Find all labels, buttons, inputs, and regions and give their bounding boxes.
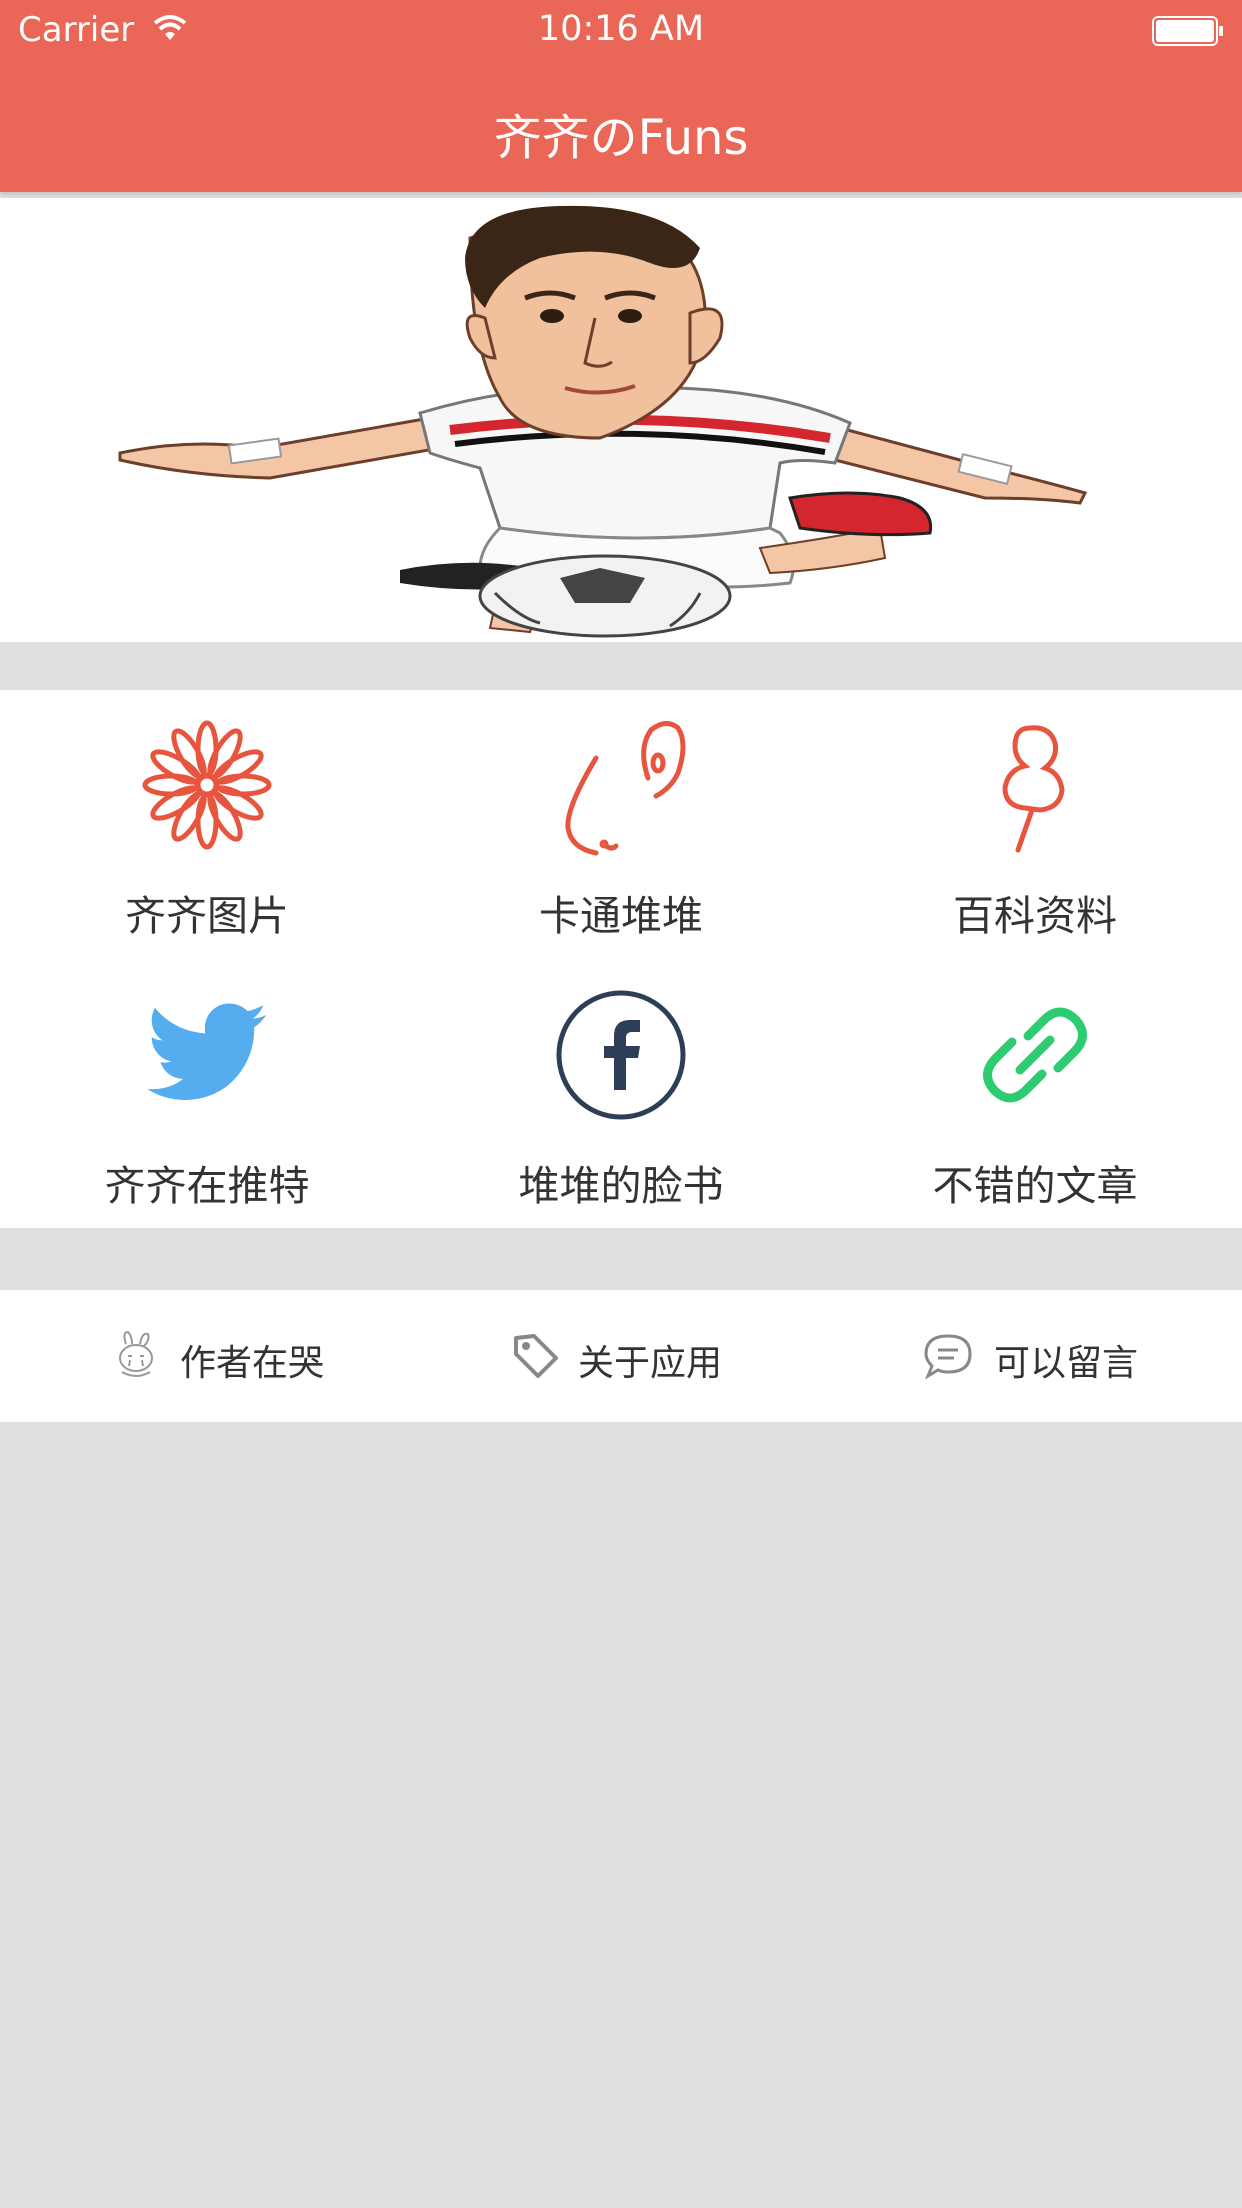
soccer-player-illustration	[118, 205, 1088, 638]
navigation-bar: Carrier 10:16 AM 齐齐のFuns	[0, 0, 1242, 192]
grid-item-label: 齐齐图片	[125, 892, 289, 940]
footer-item-about-app[interactable]: 关于应用	[510, 1290, 770, 1422]
chat-bubble-icon	[924, 1334, 972, 1380]
grid-item-twitter[interactable]: 齐齐在推特	[0, 960, 414, 1220]
battery-icon	[1152, 16, 1223, 46]
twitter-icon	[147, 1003, 267, 1100]
footer-item-label: 可以留言	[994, 1343, 1139, 1384]
grid-item-qiqi-pictures[interactable]: 齐齐图片	[0, 690, 414, 950]
link-icon	[983, 1007, 1087, 1103]
grid-item-facebook[interactable]: 堆堆的脸书	[414, 960, 828, 1220]
map-pin-icon	[1002, 725, 1065, 853]
crying-bunny-icon	[119, 1330, 153, 1377]
status-time: 10:16 AM	[537, 9, 705, 49]
grid-item-good-articles[interactable]: 不错的文章	[828, 960, 1242, 1220]
footer-item-label: 作者在哭	[180, 1343, 325, 1384]
footer-item-label: 关于应用	[578, 1343, 723, 1384]
grid-item-label: 齐齐在推特	[104, 1162, 310, 1210]
grid-item-encyclopedia[interactable]: 百科资料	[828, 690, 1242, 950]
footer-menu: 作者在哭 关于应用 可以留言	[0, 1290, 1242, 1422]
grid-item-label: 不错的文章	[932, 1162, 1138, 1210]
facebook-icon	[556, 990, 686, 1120]
nose-ear-icon	[565, 721, 686, 856]
tag-icon	[514, 1334, 558, 1378]
footer-item-author-crying[interactable]: 作者在哭	[110, 1290, 370, 1422]
grid-item-label: 百科资料	[953, 892, 1117, 940]
footer-item-leave-message[interactable]: 可以留言	[922, 1290, 1182, 1422]
status-bar: Carrier 10:16 AM	[0, 0, 1242, 62]
hero-banner	[0, 198, 1242, 642]
page-title: 齐齐のFuns	[493, 110, 749, 166]
feature-grid: 齐齐图片 卡通堆堆 百科资料 齐齐在推特 堆堆的脸书 不错的文章	[0, 690, 1242, 1228]
grid-item-label: 堆堆的脸书	[518, 1162, 724, 1210]
flower-icon	[142, 720, 272, 850]
grid-item-label: 卡通堆堆	[539, 892, 703, 940]
grid-item-cartoon-duidui[interactable]: 卡通堆堆	[414, 690, 828, 950]
